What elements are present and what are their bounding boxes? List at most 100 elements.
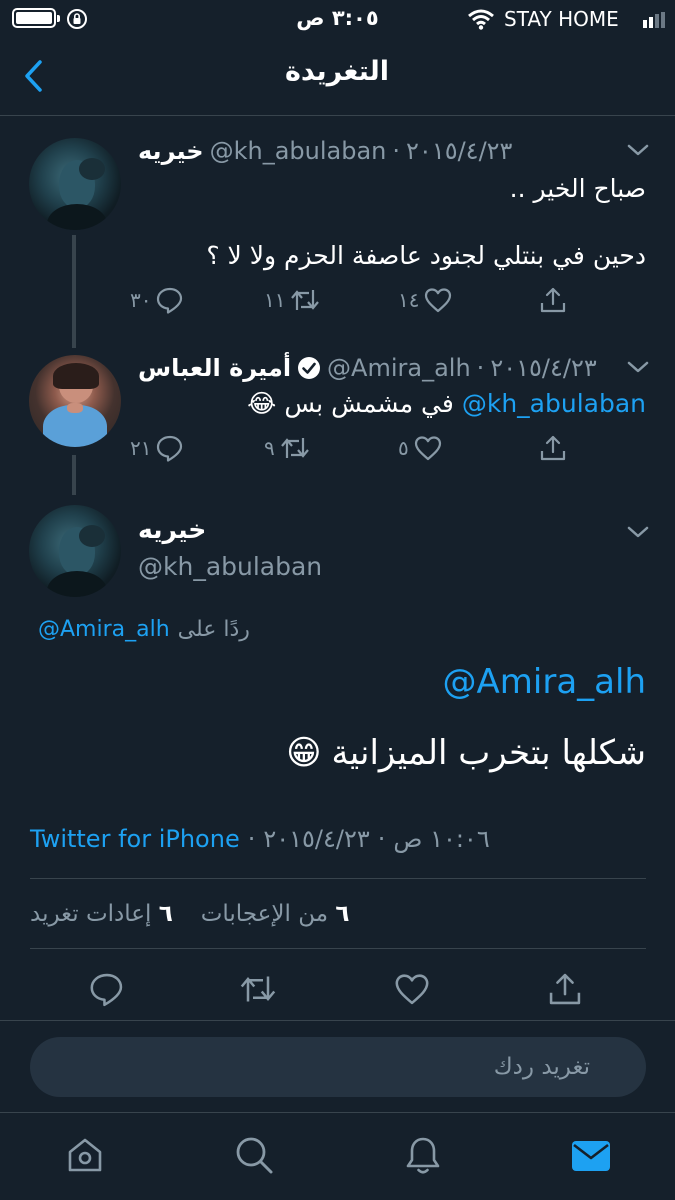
- like-count: ١٤: [398, 288, 420, 312]
- retweet-button[interactable]: [238, 970, 278, 1008]
- main-tweet-body: شكلها بتخرب الميزانية: [331, 733, 646, 773]
- mention-link[interactable]: @kh_abulaban: [462, 389, 646, 418]
- tab-search[interactable]: [233, 1134, 275, 1176]
- share-icon: [540, 287, 566, 313]
- replying-to: @Amira_alh ردًا على: [38, 614, 250, 644]
- tweet-date: ٢٠١٥/٤/٢٣: [406, 137, 513, 165]
- tweet-text-body: في مشمش بس: [284, 388, 454, 418]
- share-icon: [549, 973, 581, 1005]
- reply-count: ٣٠: [130, 288, 152, 312]
- main-tweet-text: 😁 شكلها بتخرب الميزانية: [100, 730, 646, 776]
- tweet-author-handle[interactable]: @kh_abulaban: [210, 137, 387, 165]
- actions-divider: [30, 948, 646, 949]
- tweet-header: خيريه @kh_abulaban · ٢٠١٥/٤/٢٣: [138, 137, 513, 165]
- chevron-down-icon: [627, 361, 649, 373]
- emoji-grinning: 😁: [286, 733, 322, 773]
- heart-icon: [414, 436, 441, 461]
- reply-icon: [157, 287, 183, 314]
- tweet-author-handle[interactable]: @Amira_alh: [327, 354, 471, 382]
- like-button[interactable]: [393, 970, 431, 1008]
- retweet-action[interactable]: ١١: [264, 284, 321, 316]
- verified-icon: [297, 356, 321, 380]
- reply-icon: [90, 973, 123, 1007]
- avatar[interactable]: [29, 355, 121, 447]
- retweets-stat[interactable]: ٦ إعادات تغريد: [30, 901, 173, 927]
- retweets-label: إعادات تغريد: [30, 901, 152, 927]
- emoji-laughing: 😂: [247, 388, 277, 418]
- signal-icon: [643, 12, 665, 28]
- wifi-icon: [467, 8, 495, 30]
- bell-icon: [406, 1137, 440, 1174]
- thread-line: [72, 455, 76, 495]
- header-divider: [0, 115, 675, 116]
- tweet-header: أميرة العباس @Amira_alh · ٢٠١٥/٤/٢٣: [138, 354, 597, 382]
- like-count: ٥: [398, 436, 409, 460]
- tweet-text-line: صباح الخير ..: [509, 174, 646, 203]
- tweet-date: ٢٠١٥/٤/٢٣: [490, 354, 597, 382]
- avatar[interactable]: [29, 505, 121, 597]
- tweet-text-line: دحين في بنتلي لجنود عاصفة الحزم ولا لا ؟: [206, 241, 646, 270]
- retweet-icon: [280, 438, 309, 458]
- reply-action[interactable]: ٣٠: [130, 284, 185, 316]
- likes-count: ٦: [335, 901, 350, 927]
- like-action[interactable]: ٥: [398, 432, 443, 464]
- battery-icon: [12, 8, 60, 28]
- tab-notifications[interactable]: [402, 1134, 444, 1176]
- replying-to-label: ردًا على: [177, 616, 250, 642]
- stats-divider: [30, 878, 646, 879]
- page-title: التغريدة: [284, 56, 390, 87]
- search-icon: [236, 1137, 273, 1174]
- reply-button[interactable]: [88, 970, 126, 1008]
- retweets-count: ٦: [158, 901, 173, 927]
- chevron-left-icon: [25, 60, 42, 92]
- rotation-lock-icon: [66, 8, 88, 30]
- chevron-down-icon: [627, 526, 649, 538]
- heart-icon: [395, 974, 429, 1005]
- share-icon: [540, 435, 566, 461]
- heart-icon: [425, 288, 452, 313]
- avatar[interactable]: [29, 138, 121, 230]
- like-action[interactable]: ١٤: [398, 284, 453, 316]
- share-action[interactable]: [538, 432, 568, 464]
- mail-icon: [572, 1141, 610, 1171]
- tweet-meta: Twitter for iPhone · ٢٠١٥/٤/٢٣ · ١٠:٠٦ ص: [30, 825, 490, 853]
- tweet-menu-button[interactable]: [625, 522, 651, 542]
- tweet-stats: ٦ من الإعجابات ٦ إعادات تغريد: [30, 898, 349, 930]
- tweet-author-name[interactable]: خيريه: [138, 137, 204, 165]
- reply-divider: [0, 1020, 675, 1021]
- chevron-down-icon: [627, 144, 649, 156]
- main-tweet-author-handle[interactable]: @kh_abulaban: [138, 552, 322, 581]
- status-bar: ٣:٠٥ ص STAY HOME: [0, 0, 675, 40]
- reply-input[interactable]: [30, 1037, 646, 1097]
- reply-action[interactable]: ٢١: [130, 432, 185, 464]
- likes-stat[interactable]: ٦ من الإعجابات: [201, 901, 350, 927]
- tweet-source[interactable]: Twitter for iPhone: [30, 825, 240, 853]
- tab-messages[interactable]: [570, 1137, 612, 1175]
- retweet-count: ٩: [264, 436, 275, 460]
- tweet-date: ٢٠١٥/٤/٢٣: [263, 825, 370, 853]
- share-button[interactable]: [546, 970, 584, 1008]
- reply-icon: [157, 435, 183, 462]
- carrier-label: STAY HOME: [504, 7, 619, 31]
- retweet-icon: [291, 290, 320, 310]
- main-tweet-author-name[interactable]: خيريه: [138, 515, 206, 544]
- main-tweet-mention[interactable]: @Amira_alh: [300, 660, 646, 704]
- share-action[interactable]: [538, 284, 568, 316]
- likes-label: من الإعجابات: [200, 901, 329, 927]
- back-button[interactable]: [18, 58, 52, 94]
- tweet-text: 😂 في مشمش بس @kh_abulaban: [138, 386, 646, 420]
- replying-to-handle[interactable]: @Amira_alh: [38, 617, 170, 642]
- retweet-action[interactable]: ٩: [264, 432, 311, 464]
- retweet-icon: [240, 976, 276, 1002]
- tweet-menu-button[interactable]: [625, 140, 651, 160]
- tweet-author-name[interactable]: أميرة العباس: [138, 354, 291, 382]
- status-time: ٣:٠٥ ص: [296, 6, 379, 30]
- tweet-menu-button[interactable]: [625, 357, 651, 377]
- retweet-count: ١١: [264, 288, 286, 312]
- tab-home[interactable]: [64, 1134, 106, 1176]
- thread-line: [72, 235, 76, 348]
- reply-count: ٢١: [130, 436, 152, 460]
- tabbar-divider: [0, 1112, 675, 1113]
- tweet-time: ١٠:٠٦ ص: [393, 825, 490, 853]
- home-icon: [68, 1138, 102, 1172]
